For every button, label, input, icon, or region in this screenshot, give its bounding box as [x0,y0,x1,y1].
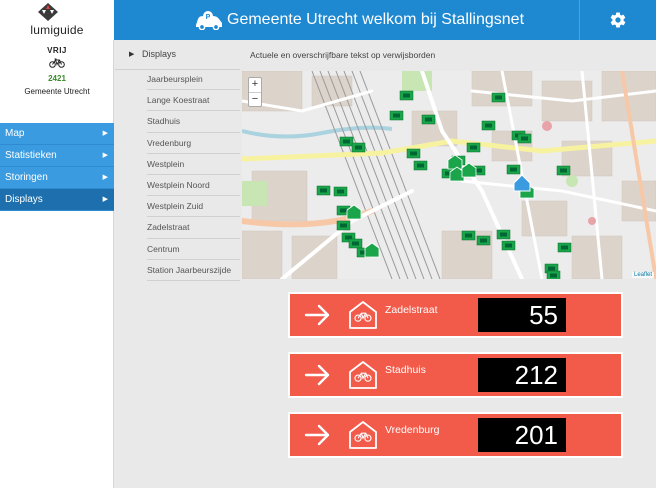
display-list-item[interactable]: Centrum [147,239,240,260]
map-canvas[interactable] [242,71,656,279]
chevron-right-icon: ▶ [102,196,108,203]
sidebar: VRIJ 2421 Gemeente Utrecht Map ▶ Statist… [0,40,114,488]
display-list-item[interactable]: Jaarbeursplein [147,69,240,91]
lumiguide-logo-icon [38,3,58,21]
display-count: 55 [478,298,566,332]
bike-parking-icon [349,361,377,389]
brand-logo[interactable]: lumiguide [0,0,114,40]
display-marker-screen [561,245,568,250]
section-title: Actuele en overschrijfbare tekst op verw… [250,50,436,60]
svg-text:P: P [206,14,211,21]
display-marker-screen [320,188,327,193]
arrow-right-icon [304,304,330,326]
display-marker-screen [480,238,487,243]
chevron-right-icon: ▶ [102,152,108,159]
bicycle-icon [354,312,372,322]
bike-parking-icon [349,301,377,329]
display-marker-screen [393,113,400,118]
map-view[interactable]: + − Leaflet [242,71,656,279]
top-bar: lumiguide P Gemeente Utrecht welkom bij … [0,0,656,40]
nav-item-displays[interactable]: Displays ▶ [0,189,114,211]
chevron-right-icon: ▶ [102,174,108,181]
display-list-item[interactable]: Westplein [147,154,240,175]
displays-list-header[interactable]: ▶ Displays [115,49,240,59]
display-marker-screen [425,117,432,122]
display-marker-screen [521,136,528,141]
caret-right-icon: ▶ [129,51,135,58]
parking-car-icon: P [196,11,222,30]
display-list-item[interactable]: Zadelstraat [147,217,240,239]
header: P Gemeente Utrecht welkom bij Stallingsn… [114,0,579,40]
display-marker-screen [410,151,417,156]
display-list-item[interactable]: Lange Koestraat [147,90,240,112]
display-list-item[interactable]: Vredenburg [147,133,240,154]
display-marker-screen [417,163,424,168]
display-marker-screen [352,241,359,246]
display-list-item[interactable]: Westplein Zuid [147,196,240,218]
organization-name: Gemeente Utrecht [24,87,90,96]
display-marker-screen [510,167,517,172]
display-marker-screen [500,232,507,237]
display-name: Vredenburg [385,424,440,436]
display-marker-screen [495,95,502,100]
nav-item-storingen[interactable]: Storingen ▶ [0,167,114,189]
displays-list-items: Jaarbeursplein Lange Koestraat Stadhuis Vre… [147,69,240,281]
display-marker-screen [403,93,410,98]
display-panel[interactable]: Vredenburg 201 [288,412,623,458]
bicycle-icon [354,372,372,382]
bicycle-icon [354,432,372,442]
main-nav: Map ▶ Statistieken ▶ Storingen ▶ Display… [0,123,114,211]
display-marker-screen [505,243,512,248]
zoom-in-button[interactable]: + [249,78,261,92]
nav-item-map[interactable]: Map ▶ [0,123,114,145]
display-marker-screen [560,168,567,173]
display-marker-screen [343,139,350,144]
bike-parking-icon [349,421,377,449]
arrow-right-icon [304,364,330,386]
display-marker-screen [340,223,347,228]
free-count: 2421 [48,74,66,83]
display-marker-screen [485,123,492,128]
display-marker-screen [548,266,555,271]
nav-item-statistieken[interactable]: Statistieken ▶ [0,145,114,167]
display-marker-screen [550,273,557,278]
chevron-right-icon: ▶ [102,130,108,137]
display-marker-screen [340,208,347,213]
bicycle-icon [49,58,65,68]
display-marker-screen [355,145,362,150]
display-panel[interactable]: Stadhuis 212 [288,352,623,398]
displays-list: ▶ Displays Jaarbeursplein Lange Koestraat… [115,40,240,488]
availability-summary: VRIJ 2421 Gemeente Utrecht [0,46,114,96]
display-list-item[interactable]: Station Jaarbeurszijde [147,260,240,281]
settings-button[interactable] [579,0,656,40]
display-count: 201 [478,418,566,452]
display-marker-screen [465,233,472,238]
brand-name: lumiguide [30,23,84,37]
map-attribution[interactable]: Leaflet [631,272,654,278]
arrow-right-icon [304,424,330,446]
vrij-label: VRIJ [47,46,67,55]
display-name: Zadelstraat [385,304,438,316]
display-panel[interactable]: Zadelstraat 55 [288,292,623,338]
display-list-item[interactable]: Westplein Noord [147,175,240,197]
display-list-item[interactable]: Stadhuis [147,111,240,133]
page-title: Gemeente Utrecht welkom bij Stallingsnet [227,11,525,28]
map-zoom-control: + − [248,77,262,107]
gear-icon [610,12,626,28]
display-name: Stadhuis [385,364,426,376]
display-marker-screen [470,145,477,150]
display-marker-screen [337,189,344,194]
zoom-out-button[interactable]: − [249,92,261,106]
display-count: 212 [478,358,566,392]
